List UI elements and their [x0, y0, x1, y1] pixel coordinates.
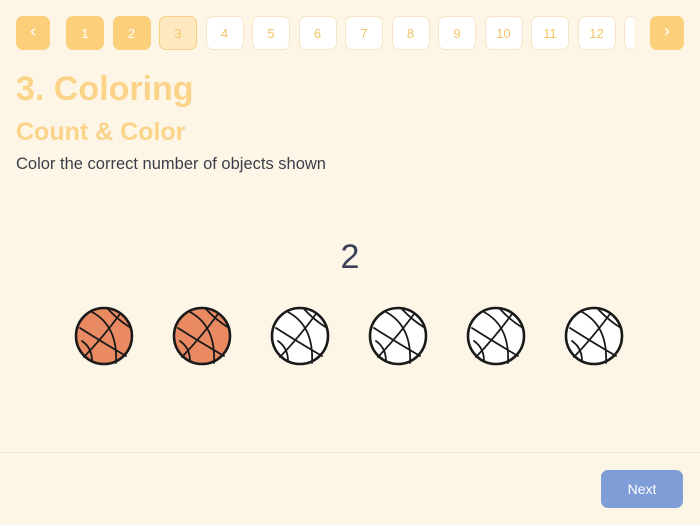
page-button-11[interactable]: 11 — [531, 16, 569, 50]
basketball-icon[interactable] — [466, 306, 526, 366]
basketball-icon[interactable] — [564, 306, 624, 366]
page-button-more[interactable] — [624, 16, 634, 50]
chevron-left-icon[interactable]: ‹ — [16, 16, 50, 50]
page-list: 1 2 3 4 5 6 7 8 9 10 11 12 — [66, 16, 634, 50]
page-button-10[interactable]: 10 — [484, 16, 523, 50]
chevron-right-icon[interactable]: › — [650, 16, 684, 50]
basketball-icon[interactable] — [74, 306, 134, 366]
page-title: 3. Coloring — [16, 70, 194, 108]
page-button-2[interactable]: 2 — [112, 16, 151, 50]
page-button-3[interactable]: 3 — [159, 16, 197, 50]
page-button-9[interactable]: 9 — [438, 16, 476, 50]
page-button-6[interactable]: 6 — [298, 16, 337, 50]
exercise-subtitle: Count & Color — [16, 118, 186, 146]
page-button-1[interactable]: 1 — [66, 16, 104, 50]
footer-divider — [0, 452, 700, 453]
basketball-icon[interactable] — [368, 306, 428, 366]
instruction-text: Color the correct number of objects show… — [16, 155, 326, 173]
page-button-4[interactable]: 4 — [205, 16, 244, 50]
basketball-icon[interactable] — [172, 306, 232, 366]
top-navigation: ‹ 1 2 3 4 5 6 7 8 9 10 11 12 › — [0, 0, 700, 66]
next-button[interactable]: Next — [601, 470, 683, 508]
page-button-12[interactable]: 12 — [577, 16, 616, 50]
target-count: 2 — [340, 238, 360, 276]
page-button-7[interactable]: 7 — [345, 16, 383, 50]
page-button-5[interactable]: 5 — [252, 16, 290, 50]
page-button-8[interactable]: 8 — [391, 16, 430, 50]
basketball-icon[interactable] — [270, 306, 330, 366]
